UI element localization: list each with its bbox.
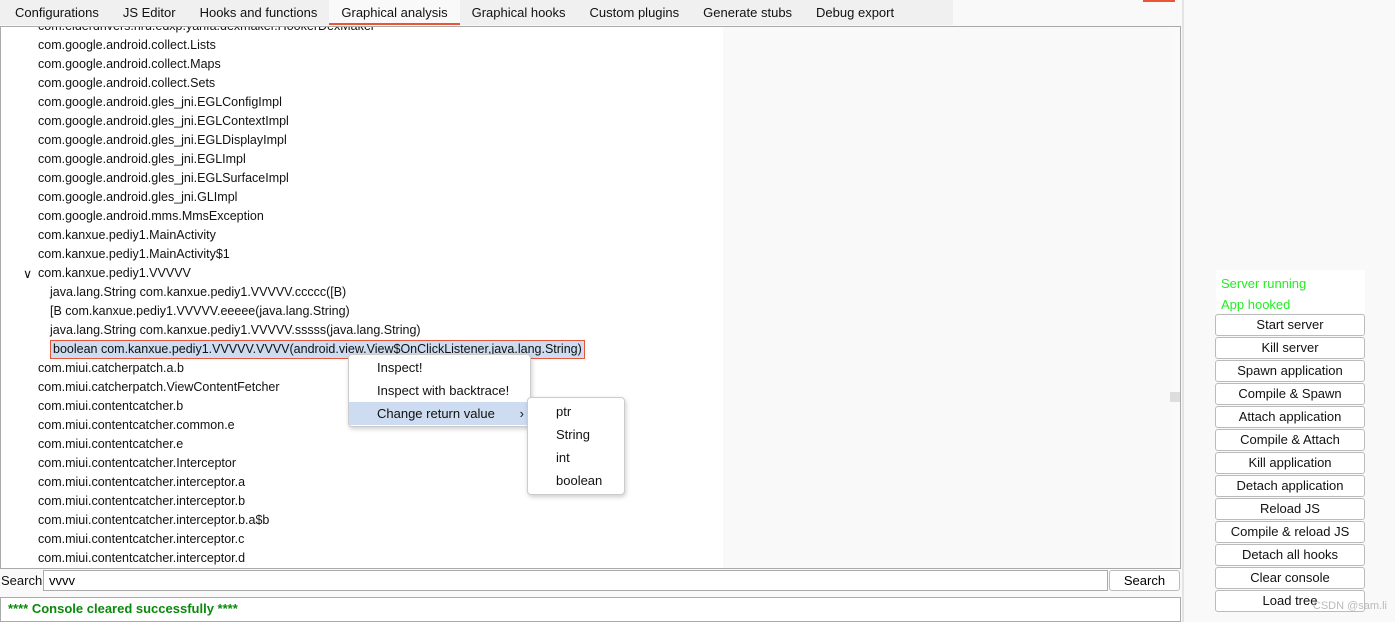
spawn-application-button[interactable]: Spawn application	[1215, 360, 1365, 382]
menu-item-label: Change return value	[377, 406, 495, 421]
console-output: **** Console cleared successfully ****	[0, 597, 1181, 622]
tree-class-item[interactable]: com.miui.contentcatcher.interceptor.c	[38, 530, 244, 549]
tree-class-item[interactable]: com.kanxue.pediy1.VVVVV	[38, 264, 191, 283]
tab-graphical-analysis[interactable]: Graphical analysis	[329, 0, 460, 25]
server-status: Server running	[1221, 276, 1307, 291]
tree-class-item[interactable]: com.miui.contentcatcher.e	[38, 435, 183, 454]
tree-method-item[interactable]: java.lang.String com.kanxue.pediy1.VVVVV…	[50, 283, 346, 302]
chevron-down-icon[interactable]: ∨	[23, 265, 32, 284]
attach-application-button[interactable]: Attach application	[1215, 406, 1365, 428]
kill-server-button[interactable]: Kill server	[1215, 337, 1365, 359]
submenu-item-string[interactable]: String	[528, 423, 624, 446]
tree-class-item[interactable]: com.miui.contentcatcher.interceptor.a	[38, 473, 245, 492]
kill-application-button[interactable]: Kill application	[1215, 452, 1365, 474]
tree-class-item[interactable]: com.miui.contentcatcher.b	[38, 397, 183, 416]
context-menu: Inspect! Inspect with backtrace! Change re…	[348, 354, 531, 427]
tree-class-item[interactable]: com.google.android.gles_jni.EGLImpl	[38, 150, 246, 169]
compile-reload-js-button[interactable]: Compile & reload JS	[1215, 521, 1365, 543]
tab-configurations[interactable]: Configurations	[3, 0, 111, 25]
submenu-item-int[interactable]: int	[528, 446, 624, 469]
tree-method-item[interactable]: java.lang.String com.kanxue.pediy1.VVVVV…	[50, 321, 421, 340]
tree-class-item[interactable]: com.google.android.gles_jni.EGLContextIm…	[38, 112, 289, 131]
menu-item-inspect-with-backtrace[interactable]: Inspect with backtrace!	[349, 379, 530, 402]
detach-all-hooks-button[interactable]: Detach all hooks	[1215, 544, 1365, 566]
return-value-submenu: ptr String int boolean	[527, 397, 625, 495]
tree-class-item[interactable]: com.google.android.collect.Lists	[38, 36, 216, 55]
tree-method-item[interactable]: [B com.kanxue.pediy1.VVVVV.eeeee(java.la…	[50, 302, 350, 321]
reload-js-button[interactable]: Reload JS	[1215, 498, 1365, 520]
tree-class-item[interactable]: com.google.android.gles_jni.EGLConfigImp…	[38, 93, 282, 112]
app-status: App hooked	[1221, 297, 1291, 312]
tree-class-item[interactable]: com.kanxue.pediy1.MainActivity$1	[38, 245, 230, 264]
detach-application-button[interactable]: Detach application	[1215, 475, 1365, 497]
watermark: CSDN @sam.li	[1312, 600, 1387, 612]
tree-class-item[interactable]: com.google.android.gles_jni.GLImpl	[38, 188, 237, 207]
tree-class-item[interactable]: com.miui.contentcatcher.interceptor.d	[38, 549, 245, 568]
scrollbar-thumb[interactable]	[1170, 392, 1180, 402]
clear-console-button[interactable]: Clear console	[1215, 567, 1365, 589]
start-server-button[interactable]: Start server	[1215, 314, 1365, 336]
tab-js-editor[interactable]: JS Editor	[111, 0, 188, 25]
tab-generate-stubs[interactable]: Generate stubs	[691, 0, 804, 25]
splitter-handle[interactable]	[1182, 0, 1184, 622]
compile-attach-button[interactable]: Compile & Attach	[1215, 429, 1365, 451]
tree-background	[723, 27, 1170, 568]
accent-bar	[1143, 0, 1175, 2]
tree-class-item[interactable]: com.google.android.mms.MmsException	[38, 207, 264, 226]
submenu-item-boolean[interactable]: boolean	[528, 469, 624, 492]
search-button[interactable]: Search	[1109, 570, 1180, 591]
tree-class-item[interactable]: com.elderdrivers.riru.edxp.yahfa.dexmake…	[38, 27, 375, 36]
tab-custom-plugins[interactable]: Custom plugins	[578, 0, 692, 25]
tree-scrollbar[interactable]	[1170, 27, 1180, 568]
tree-class-item[interactable]: com.miui.catcherpatch.a.b	[38, 359, 184, 378]
status-box: Server running App hooked	[1216, 270, 1365, 313]
tree-class-item[interactable]: com.miui.contentcatcher.Interceptor	[38, 454, 236, 473]
search-input[interactable]	[43, 570, 1108, 591]
tree-class-item[interactable]: com.miui.catcherpatch.ViewContentFetcher	[38, 378, 280, 397]
tree-class-item[interactable]: com.google.android.collect.Maps	[38, 55, 221, 74]
menu-item-inspect[interactable]: Inspect!	[349, 356, 530, 379]
compile-spawn-button[interactable]: Compile & Spawn	[1215, 383, 1365, 405]
tree-class-item[interactable]: com.google.android.gles_jni.EGLSurfaceIm…	[38, 169, 289, 188]
tab-graphical-hooks[interactable]: Graphical hooks	[460, 0, 578, 25]
menu-item-change-return-value[interactable]: Change return value ›	[349, 402, 530, 425]
tree-class-item[interactable]: com.miui.contentcatcher.common.e	[38, 416, 235, 435]
search-label: Search:	[1, 573, 46, 588]
tree-class-item[interactable]: com.kanxue.pediy1.MainActivity	[38, 226, 216, 245]
menu-item-label: Inspect!	[377, 360, 423, 375]
tab-bar: Configurations JS Editor Hooks and functio…	[0, 0, 953, 25]
tab-debug-export[interactable]: Debug export	[804, 0, 906, 25]
tree-class-item[interactable]: com.google.android.gles_jni.EGLDisplayIm…	[38, 131, 287, 150]
menu-item-label: Inspect with backtrace!	[377, 383, 510, 398]
tree-class-item[interactable]: com.miui.contentcatcher.interceptor.b.a$…	[38, 511, 269, 530]
tree-class-item[interactable]: com.miui.contentcatcher.interceptor.b	[38, 492, 245, 511]
tab-hooks-and-functions[interactable]: Hooks and functions	[188, 0, 330, 25]
tree-class-item[interactable]: com.google.android.collect.Sets	[38, 74, 215, 93]
search-row: Search: Search	[0, 570, 1181, 592]
chevron-right-icon: ›	[519, 406, 524, 421]
submenu-item-ptr[interactable]: ptr	[528, 400, 624, 423]
